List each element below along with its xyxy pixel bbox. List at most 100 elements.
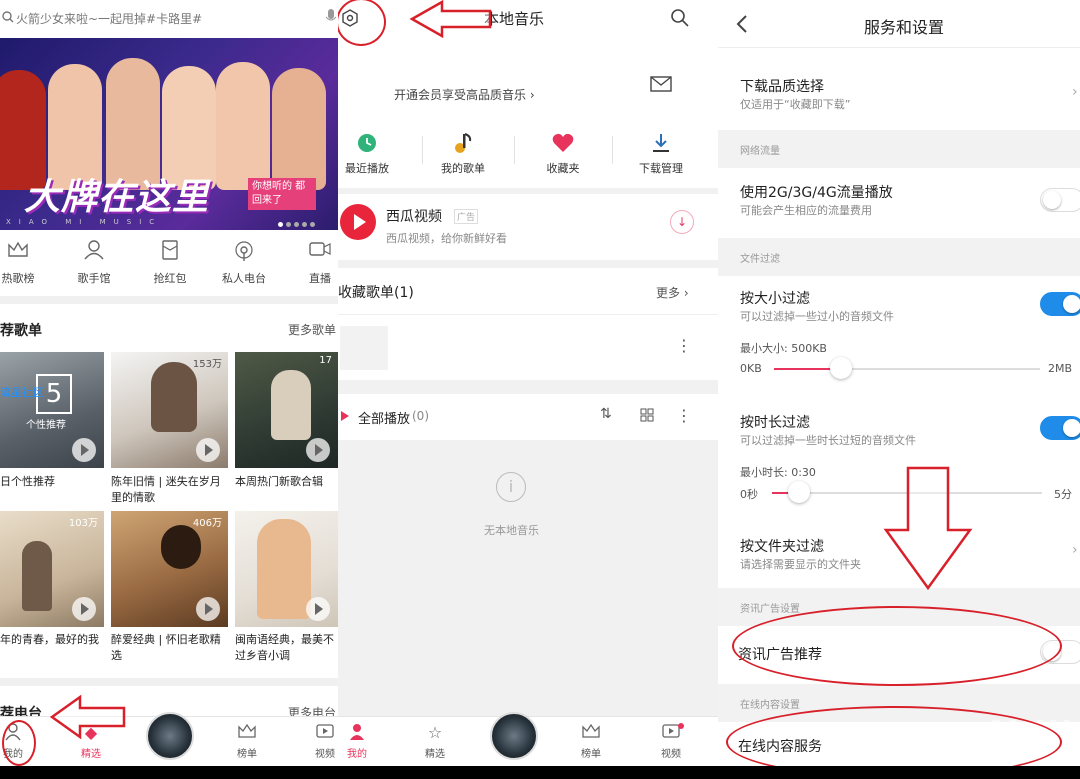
play-count: 406万: [192, 518, 222, 529]
quick-favorites[interactable]: 收藏夹: [516, 132, 610, 176]
setting-title: 按文件夹过滤: [740, 539, 824, 555]
local-music-panel: 本地音乐 开通会员享受高品质音乐 › 最近播放 我的歌单 收藏夹 下载管理 西瓜…: [338, 0, 718, 766]
tab-featured[interactable]: ☆ 精选: [410, 723, 460, 760]
download-icon[interactable]: ↓: [670, 210, 694, 234]
quick-hot-chart[interactable]: 热歌榜: [0, 240, 48, 286]
grid-view-icon[interactable]: [640, 408, 654, 422]
more-options-icon[interactable]: ⋮: [676, 336, 692, 355]
home-quick-row: 热歌榜 歌手馆 抢红包 私人电台 直播: [0, 240, 338, 290]
group-header: 网络流量: [718, 130, 1080, 168]
more-link[interactable]: 更多 ›: [656, 284, 689, 301]
playlist-card[interactable]: 5 个性推荐 流星社区: [0, 352, 104, 468]
quick-recent[interactable]: 最近播放: [338, 132, 414, 176]
playlist-card[interactable]: [235, 511, 338, 627]
ad-row[interactable]: 西瓜视频 广告 西瓜视频，给你新鲜好看 ↓: [338, 194, 718, 260]
tab-label: 精选: [81, 749, 101, 760]
search-bar[interactable]: 火箭少女来啦~一起甩掉#卡路里#: [0, 0, 338, 36]
more-options-icon[interactable]: ⋮: [676, 406, 692, 425]
size-filter-toggle[interactable]: [1040, 292, 1080, 316]
divider: [612, 136, 613, 164]
playlist-card[interactable]: 153万: [111, 352, 228, 468]
quick-label: 抢红包: [153, 272, 187, 285]
search-icon[interactable]: [670, 8, 690, 28]
play-icon[interactable]: [306, 597, 330, 621]
favorite-playlists-block: 收藏歌单(1) 更多 › ⋮: [338, 268, 718, 380]
tab-label: 视频: [315, 749, 335, 760]
radio-icon: [214, 240, 274, 264]
setting-description: 可以过滤掉一些过小的音频文件: [740, 310, 894, 323]
notification-dot: [678, 723, 684, 729]
now-playing-disc[interactable]: [490, 712, 538, 760]
play-icon[interactable]: [196, 438, 220, 462]
quick-label: 直播: [309, 272, 331, 285]
play-all-row[interactable]: 全部播放 (0) ⇅ ⋮: [338, 394, 718, 440]
setting-description: 可能会产生相应的流量费用: [740, 204, 872, 217]
quick-private-radio[interactable]: 私人电台: [214, 240, 274, 286]
quick-downloads[interactable]: 下载管理: [614, 132, 708, 176]
duration-filter-toggle[interactable]: [1040, 416, 1080, 440]
microphone-icon[interactable]: [326, 9, 336, 25]
play-icon[interactable]: [306, 438, 330, 462]
play-icon[interactable]: [72, 597, 96, 621]
home-panel: 火箭少女来啦~一起甩掉#卡路里# 大牌在这里 你想听的 都回来了 XIAO MI…: [0, 0, 338, 766]
banner-artist: [272, 68, 326, 190]
singer-icon: [64, 240, 124, 264]
play-icon[interactable]: [196, 597, 220, 621]
tab-mine[interactable]: 我的: [338, 723, 382, 760]
quick-live[interactable]: 直播: [290, 240, 338, 286]
mobile-data-toggle[interactable]: [1040, 188, 1080, 212]
tab-video[interactable]: 视频: [300, 723, 338, 760]
playlist-card[interactable]: 406万: [111, 511, 228, 627]
banner-pager: [278, 212, 318, 230]
tab-charts[interactable]: 榜单: [566, 723, 616, 760]
play-count: 103万: [68, 518, 98, 529]
crown-icon: [222, 723, 272, 743]
chevron-right-icon: ›: [1072, 542, 1078, 558]
setting-description: 请选择需要显示的文件夹: [740, 558, 861, 571]
promo-banner[interactable]: 大牌在这里 你想听的 都回来了 XIAO MI MUSIC: [0, 38, 338, 230]
divider: [514, 136, 515, 164]
banner-subtitle: XIAO MI MUSIC: [6, 218, 163, 226]
empty-state-text: 无本地音乐: [484, 524, 539, 537]
slider-max-label: 5分: [1054, 488, 1072, 501]
slider-handle[interactable]: [829, 357, 852, 379]
play-icon[interactable]: [72, 438, 96, 462]
playlist-thumbnail[interactable]: [340, 326, 388, 370]
crown-icon: [566, 723, 616, 743]
more-playlists-link[interactable]: 更多歌单: [288, 321, 336, 338]
quick-label: 私人电台: [222, 272, 266, 285]
mail-icon[interactable]: [650, 76, 672, 92]
playlist-caption: 日个性推荐: [0, 475, 55, 488]
star-icon: ☆: [427, 723, 443, 742]
slider-min-label: 0秒: [740, 488, 758, 501]
group-header: 文件过滤: [718, 238, 1080, 276]
settings-header: 服务和设置: [718, 0, 1080, 48]
download-icon: [614, 132, 708, 156]
group-header-label: 文件过滤: [740, 254, 780, 265]
search-input[interactable]: 火箭少女来啦~一起甩掉#卡路里#: [16, 10, 202, 27]
back-arrow-icon[interactable]: [736, 14, 748, 34]
quick-red-packet[interactable]: 抢红包: [140, 240, 200, 286]
slider-min-label: 0KB: [740, 362, 762, 375]
quick-singer[interactable]: 歌手馆: [64, 240, 124, 286]
group-header-label: 在线内容设置: [740, 700, 800, 711]
playlist-card[interactable]: 17: [235, 352, 338, 468]
info-icon: i: [496, 472, 526, 502]
playlist-card[interactable]: 103万: [0, 511, 104, 627]
tab-video[interactable]: 视频: [646, 723, 696, 760]
slider-handle[interactable]: [788, 481, 810, 503]
settings-panel: 服务和设置 下载品质选择 仅适用于“收藏即下载” › 网络流量 使用2G/3G/…: [718, 0, 1080, 766]
video-icon: [300, 723, 338, 743]
now-playing-disc[interactable]: [146, 712, 194, 760]
tab-charts[interactable]: 榜单: [222, 723, 272, 760]
screenshot-root: 火箭少女来啦~一起甩掉#卡路里# 大牌在这里 你想听的 都回来了 XIAO MI…: [0, 0, 1080, 779]
heart-icon: [516, 132, 610, 156]
setting-title: 按时长过滤: [740, 415, 810, 431]
vip-promo-link[interactable]: 开通会员享受高品质音乐 ›: [394, 86, 535, 103]
annotation-circle: [732, 606, 1062, 686]
sort-icon[interactable]: ⇅: [600, 406, 612, 422]
quick-label: 下载管理: [639, 162, 683, 175]
size-slider[interactable]: [774, 357, 1040, 379]
quick-my-playlists[interactable]: 我的歌单: [416, 132, 510, 176]
divider: [0, 296, 338, 304]
